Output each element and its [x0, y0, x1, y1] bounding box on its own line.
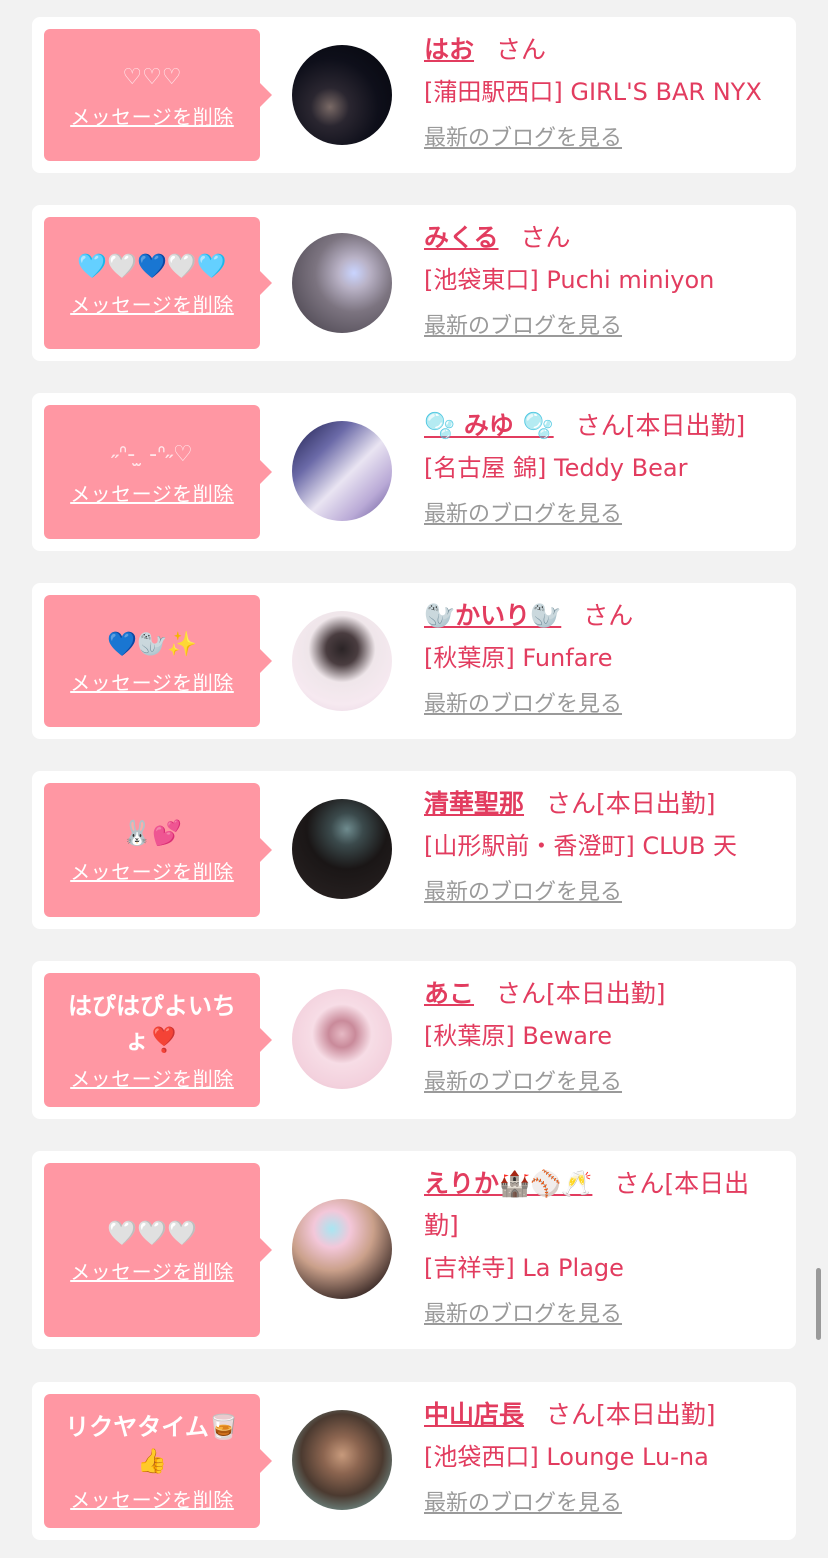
- avatar[interactable]: [292, 1410, 392, 1510]
- list-item: 🩵🤍💙🤍🩵 メッセージを削除 みくる さん [池袋東口] Puchi miniyo…: [32, 205, 796, 361]
- message-bubble: 🤍🤍🤍 メッセージを削除: [44, 1163, 272, 1337]
- cast-info: あこ さん[本日出勤] [秋葉原] Beware 最新のブログを見る: [424, 973, 782, 1099]
- delete-message-button[interactable]: メッセージを削除: [70, 1256, 234, 1285]
- honorific-label: さん: [583, 601, 634, 630]
- delete-message-button[interactable]: メッセージを削除: [70, 1063, 234, 1092]
- avatar[interactable]: [292, 799, 392, 899]
- honorific-label: さん: [496, 979, 547, 1008]
- list-item: 💙🦭✨ メッセージを削除 🦭かいり🦭 さん [秋葉原] Funfare 最新のブロ…: [32, 583, 796, 739]
- honorific-label: さん: [546, 1400, 597, 1429]
- delete-message-button[interactable]: メッセージを削除: [70, 101, 234, 130]
- cast-name-link[interactable]: 清華聖那: [424, 789, 524, 818]
- cast-name-link[interactable]: みくる: [424, 223, 499, 252]
- attendance-status: [本日出勤]: [625, 411, 746, 440]
- honorific-label: さん: [496, 35, 547, 64]
- message-text: ˶ᐢ- ̫ -ᐢ˶♡: [111, 441, 193, 467]
- avatar[interactable]: [292, 233, 392, 333]
- message-bubble: 🩵🤍💙🤍🩵 メッセージを削除: [44, 217, 272, 349]
- cast-info: みくる さん [池袋東口] Puchi miniyon 最新のブログを見る: [424, 217, 782, 343]
- message-text: ♡♡♡: [122, 64, 182, 90]
- cast-info: えりか🏰⚾🥂 さん[本日出勤] [吉祥寺] La Plage 最新のブログを見る: [424, 1163, 782, 1331]
- delete-message-button[interactable]: メッセージを削除: [70, 667, 234, 696]
- cast-name-link[interactable]: えりか🏰⚾🥂: [424, 1169, 592, 1198]
- shop-name: [吉祥寺] La Plage: [424, 1254, 624, 1282]
- shop-name: [名古屋 錦] Teddy Bear: [424, 454, 688, 482]
- cast-name-link[interactable]: 中山店長: [424, 1400, 524, 1429]
- cast-info: 中山店長 さん[本日出勤] [池袋西口] Lounge Lu-na 最新のブログを…: [424, 1394, 782, 1520]
- scrollbar-thumb[interactable]: [816, 1268, 821, 1340]
- avatar[interactable]: [292, 611, 392, 711]
- shop-name: [蒲田駅西口] GIRL'S BAR NYX: [424, 78, 762, 106]
- avatar[interactable]: [292, 989, 392, 1089]
- message-bubble: ♡♡♡ メッセージを削除: [44, 29, 272, 161]
- avatar[interactable]: [292, 1199, 392, 1299]
- attendance-status: [本日出勤]: [546, 979, 666, 1008]
- delete-message-button[interactable]: メッセージを削除: [70, 289, 234, 318]
- message-bubble: 💙🦭✨ メッセージを削除: [44, 595, 272, 727]
- cast-info: 🦭かいり🦭 さん [秋葉原] Funfare 最新のブログを見る: [424, 595, 782, 721]
- cast-name-link[interactable]: 🦭かいり🦭: [424, 601, 561, 630]
- latest-blog-link[interactable]: 最新のブログを見る: [424, 877, 782, 909]
- message-text: 🤍🤍🤍: [107, 1218, 197, 1247]
- message-bubble: はぴはぴよいちょ❣️ メッセージを削除: [44, 973, 272, 1107]
- cast-info: 🫧 みゆ 🫧 さん[本日出勤] [名古屋 錦] Teddy Bear 最新のブログ…: [424, 405, 782, 531]
- honorific-label: さん: [520, 223, 571, 252]
- delete-message-button[interactable]: メッセージを削除: [70, 478, 234, 507]
- avatar[interactable]: [292, 45, 392, 145]
- honorific-label: さん: [614, 1169, 665, 1198]
- latest-blog-link[interactable]: 最新のブログを見る: [424, 1299, 782, 1331]
- cast-name-link[interactable]: 🫧 みゆ 🫧: [424, 411, 554, 440]
- cast-name-link[interactable]: はお: [424, 35, 474, 64]
- message-text: 🩵🤍💙🤍🩵: [77, 251, 227, 280]
- shop-name: [山形駅前・香澄町] CLUB 天: [424, 832, 737, 860]
- message-bubble: リクヤタイム🥃👍 メッセージを削除: [44, 1394, 272, 1528]
- shop-name: [秋葉原] Beware: [424, 1022, 613, 1050]
- honorific-label: さん: [546, 789, 597, 818]
- list-item: ♡♡♡ メッセージを削除 はお さん [蒲田駅西口] GIRL'S BAR NYX…: [32, 17, 796, 173]
- shop-name: [秋葉原] Funfare: [424, 644, 613, 672]
- latest-blog-link[interactable]: 最新のブログを見る: [424, 311, 782, 343]
- cast-name-link[interactable]: あこ: [424, 979, 474, 1008]
- message-text: はぴはぴよいちょ❣️: [68, 991, 236, 1054]
- list-item: 🤍🤍🤍 メッセージを削除 えりか🏰⚾🥂 さん[本日出勤] [吉祥寺] La Pla…: [32, 1151, 796, 1349]
- list-item: ˶ᐢ- ̫ -ᐢ˶♡ メッセージを削除 🫧 みゆ 🫧 さん[本日出勤] [名古屋 …: [32, 393, 796, 551]
- cast-info: はお さん [蒲田駅西口] GIRL'S BAR NYX 最新のブログを見る: [424, 29, 782, 155]
- list-item: リクヤタイム🥃👍 メッセージを削除 中山店長 さん[本日出勤] [池袋西口] Lo…: [32, 1382, 796, 1540]
- shop-name: [池袋西口] Lounge Lu-na: [424, 1443, 709, 1471]
- delete-message-button[interactable]: メッセージを削除: [70, 1484, 234, 1513]
- honorific-label: さん: [575, 411, 626, 440]
- message-list: ♡♡♡ メッセージを削除 はお さん [蒲田駅西口] GIRL'S BAR NYX…: [0, 0, 828, 1558]
- latest-blog-link[interactable]: 最新のブログを見る: [424, 1488, 782, 1520]
- message-text: リクヤタイム🥃👍: [65, 1412, 239, 1475]
- latest-blog-link[interactable]: 最新のブログを見る: [424, 123, 782, 155]
- message-text: 💙🦭✨: [107, 629, 197, 658]
- list-item: はぴはぴよいちょ❣️ メッセージを削除 あこ さん[本日出勤] [秋葉原] Bew…: [32, 961, 796, 1119]
- message-bubble: ˶ᐢ- ̫ -ᐢ˶♡ メッセージを削除: [44, 405, 272, 539]
- latest-blog-link[interactable]: 最新のブログを見る: [424, 499, 782, 531]
- shop-name: [池袋東口] Puchi miniyon: [424, 266, 715, 294]
- avatar[interactable]: [292, 421, 392, 521]
- attendance-status: [本日出勤]: [596, 789, 716, 818]
- attendance-status: [本日出勤]: [596, 1400, 716, 1429]
- message-bubble: 🐰💕 メッセージを削除: [44, 783, 272, 917]
- list-item: 🐰💕 メッセージを削除 清華聖那 さん[本日出勤] [山形駅前・香澄町] CLUB…: [32, 771, 796, 929]
- latest-blog-link[interactable]: 最新のブログを見る: [424, 1067, 782, 1099]
- latest-blog-link[interactable]: 最新のブログを見る: [424, 689, 782, 721]
- cast-info: 清華聖那 さん[本日出勤] [山形駅前・香澄町] CLUB 天 最新のブログを見る: [424, 783, 782, 909]
- message-text: 🐰💕: [122, 818, 182, 847]
- delete-message-button[interactable]: メッセージを削除: [70, 856, 234, 885]
